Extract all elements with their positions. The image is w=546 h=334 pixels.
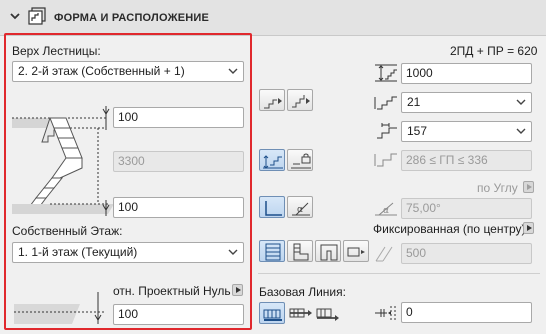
rule-range-field: 286 ≤ ГП ≤ 336 [401,150,532,171]
rule-range-icon [374,153,397,167]
reference-level-diagram [14,292,106,324]
fix-menu-button[interactable] [523,222,534,234]
svg-text:α: α [383,206,389,216]
lock-icon-button[interactable] [287,149,313,171]
panel-header[interactable]: ФОРМА И РАСПОЛОЖЕНИЕ [0,0,546,36]
top-story-label: Верх Лестницы: [12,44,101,58]
lock-height-button[interactable] [259,149,285,171]
top-offset-input[interactable]: 100 [113,107,244,128]
chevron-down-icon[interactable] [8,9,22,23]
reference-value-input[interactable]: 100 [113,304,244,325]
chevron-down-icon [228,68,238,74]
baseline-left-button[interactable] [259,302,285,324]
shape-menu-button[interactable] [343,240,369,262]
riser-count-icon [374,96,397,110]
fix-label: Фиксированная (по центру) [373,222,526,236]
stair-section-diagram [12,106,114,216]
width-field: 500 [401,243,532,264]
angle-field: 75,00° [401,198,532,219]
baseline-offset-input[interactable]: 0 [401,302,532,323]
stair-type-button-2[interactable] [287,89,313,111]
baseline-offset-icon [375,306,396,320]
slope-mode-label: по Углу [477,181,518,195]
reference-label: отн. Проектный Нуль [113,284,231,298]
chevron-down-icon [228,249,238,255]
tread-depth-select[interactable]: 157 [401,121,532,142]
stair-type-button-1[interactable] [259,89,285,111]
top-story-select[interactable]: 2. 2-й этаж (Собственный + 1) [12,61,244,82]
baseline-label: Базовая Линия: [259,285,346,299]
slope-mode-menu-button[interactable] [523,181,534,193]
own-story-label: Собственный Этаж: [12,224,123,238]
baseline-center-icon[interactable] [288,303,314,323]
shape-button-u[interactable] [315,240,341,262]
angle-icon: α [375,202,397,216]
flat-height-button[interactable] [259,196,285,218]
flight-height-icon [375,64,397,82]
chevron-down-icon [516,99,526,105]
own-story-value: 1. 1-й этаж (Текущий) [18,245,138,259]
rule-formula: 2ПД + ПР = 620 [450,44,538,58]
width-icon [375,246,393,262]
svg-text:α: α [297,205,303,215]
angle-button[interactable]: α [287,196,313,218]
tread-depth-icon [377,123,397,139]
baseline-right-icon[interactable] [315,303,341,323]
section-divider [258,273,540,274]
tread-depth-value: 157 [407,124,428,138]
chevron-down-icon [516,128,526,134]
shape-button-straight[interactable] [259,240,285,262]
riser-count-value: 21 [407,95,421,109]
top-story-value: 2. 2-й этаж (Собственный + 1) [18,64,185,78]
bottom-offset-input[interactable]: 100 [113,197,244,218]
panel-title: ФОРМА И РАСПОЛОЖЕНИЕ [54,12,210,24]
flight-height-input[interactable]: 1000 [401,63,532,84]
reference-menu-button[interactable] [232,284,243,296]
shape-button-l[interactable] [287,240,313,262]
total-height-input: 3300 [113,151,244,172]
stair-panel-icon [28,7,46,25]
riser-count-select[interactable]: 21 [401,92,532,113]
own-story-select[interactable]: 1. 1-й этаж (Текущий) [12,242,244,263]
